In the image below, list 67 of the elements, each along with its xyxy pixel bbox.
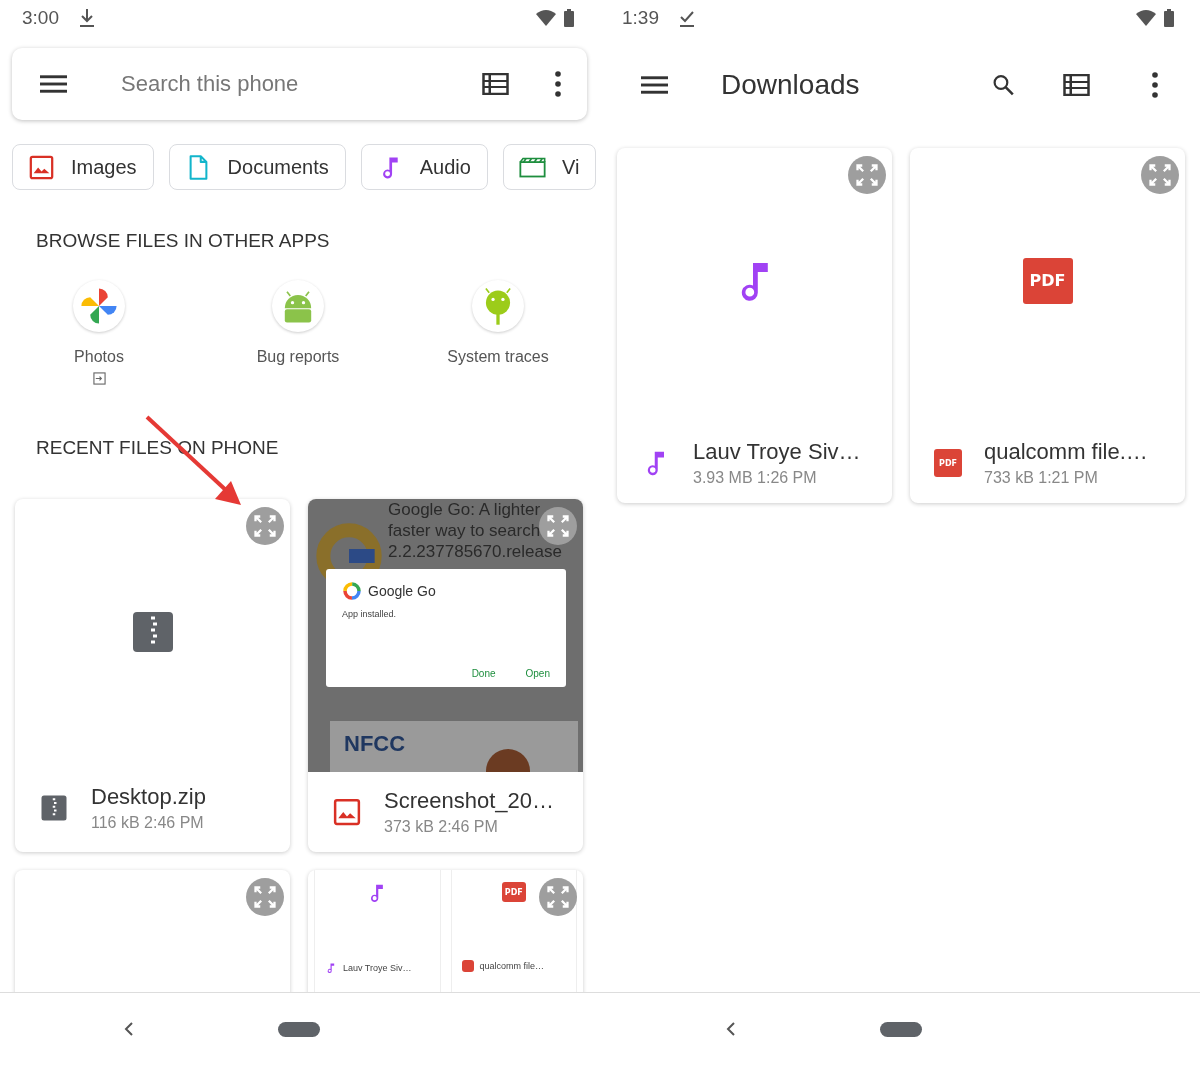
expand-icon[interactable] xyxy=(539,507,577,545)
pdf-icon xyxy=(461,960,474,972)
status-time: 1:39 xyxy=(622,7,659,29)
category-chip[interactable]: Documents xyxy=(168,144,346,190)
download-icon xyxy=(79,8,95,28)
expand-icon[interactable] xyxy=(848,156,886,194)
more-options-icon[interactable] xyxy=(555,71,561,97)
file-details: 3.93 MB 1:26 PM xyxy=(693,469,818,487)
wifi-icon xyxy=(1136,10,1156,26)
file-name: qualcomm file.… xyxy=(984,439,1148,465)
pdf-icon: PDF xyxy=(934,449,962,477)
section-heading: BROWSE FILES IN OTHER APPS xyxy=(36,230,331,252)
file-card[interactable]: PDF PDF qualcomm file.… 733 kB 1:21 PM xyxy=(910,148,1185,503)
file-card[interactable]: Google Go: A lighter faster way to search 2.2.237785670.release Google Go App installed. Done Open NFCC Screenshot_20… 373 kB 2:46 PM xyxy=(308,499,583,852)
expand-icon[interactable] xyxy=(246,878,284,916)
file-name: Screenshot_20… xyxy=(384,788,554,814)
dialog-action[interactable]: Open xyxy=(525,668,550,679)
dialog-title: Google Go xyxy=(368,583,436,599)
back-icon[interactable] xyxy=(726,1021,736,1037)
dialog-action[interactable]: Done xyxy=(471,668,496,679)
screenshot-text: 2.2.237785670.release xyxy=(388,541,562,562)
file-name: Desktop.zip xyxy=(91,784,206,810)
battery-icon xyxy=(564,9,574,27)
file-details: 733 kB 1:21 PM xyxy=(984,469,1099,487)
dialog-message: App installed. xyxy=(342,609,398,619)
file-card[interactable]: Lauv Troye Siv… PDF qualcomm file… xyxy=(308,870,583,992)
menu-icon[interactable] xyxy=(40,73,67,95)
screenshot-text: faster way to search xyxy=(388,520,542,541)
app-label: System traces xyxy=(447,348,549,366)
music-note-icon xyxy=(325,962,337,974)
image-icon xyxy=(332,797,362,827)
file-name: Lauv Troye Siv… xyxy=(343,963,412,973)
pdf-icon: PDF xyxy=(1022,257,1073,304)
app-label: Photos xyxy=(74,348,124,366)
expand-icon[interactable] xyxy=(246,507,284,545)
more-options-icon[interactable] xyxy=(1152,72,1158,98)
list-view-icon[interactable] xyxy=(482,73,509,95)
back-icon[interactable] xyxy=(124,1021,134,1037)
status-time: 3:00 xyxy=(22,7,59,29)
screenshot-text: Google Go: A lighter xyxy=(388,499,542,520)
search-field[interactable]: Search this phone xyxy=(119,70,482,98)
app-label: Bug reports xyxy=(256,348,340,366)
category-chip[interactable]: Audio xyxy=(360,144,488,190)
zip-file-icon xyxy=(39,793,69,823)
home-pill[interactable] xyxy=(880,1021,922,1037)
wifi-icon xyxy=(536,10,556,26)
expand-icon[interactable] xyxy=(539,878,577,916)
expand-icon[interactable] xyxy=(1141,156,1179,194)
file-card[interactable]: Lauv Troye Siv… 3.93 MB 1:26 PM xyxy=(617,148,892,503)
file-details: 373 kB 2:46 PM xyxy=(384,818,499,836)
file-name: Lauv Troye Siv… xyxy=(693,439,861,465)
app-icon[interactable] xyxy=(73,280,125,332)
file-name: qualcomm file… xyxy=(479,961,545,971)
search-bar[interactable]: Search this phone xyxy=(12,48,587,120)
google-logo-icon xyxy=(342,581,362,601)
screen-title: Downloads xyxy=(721,69,861,101)
ad-brand: NFCC xyxy=(344,731,406,757)
category-chip[interactable]: Images xyxy=(12,144,154,190)
home-pill[interactable] xyxy=(278,1021,320,1037)
image-icon xyxy=(28,153,55,181)
menu-icon[interactable] xyxy=(641,74,668,96)
file-details: 116 kB 2:46 PM xyxy=(91,814,205,832)
file-card[interactable]: Desktop.zip 116 kB 2:46 PM xyxy=(15,499,290,852)
pdf-icon: PDF xyxy=(501,882,526,902)
battery-icon xyxy=(1164,9,1174,27)
category-chip[interactable]: Vi xyxy=(502,144,597,190)
list-view-icon[interactable] xyxy=(1063,74,1090,96)
